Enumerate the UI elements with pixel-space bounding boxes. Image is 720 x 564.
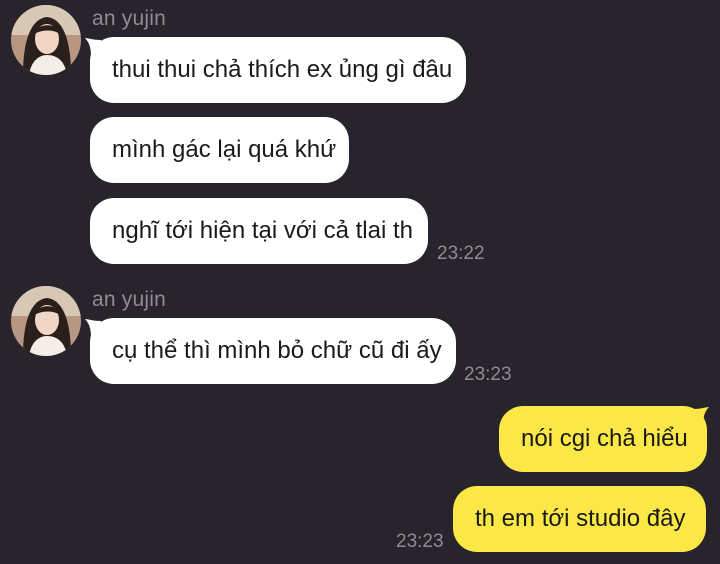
profile-photo-icon bbox=[11, 5, 81, 75]
sender-name: an yujin bbox=[92, 288, 166, 311]
incoming-message[interactable]: mình gác lại quá khứ bbox=[90, 117, 349, 183]
message-timestamp: 23:23 bbox=[396, 531, 444, 552]
sender-avatar[interactable] bbox=[11, 286, 81, 356]
message-timestamp: 23:23 bbox=[464, 364, 512, 385]
message-timestamp: 23:22 bbox=[437, 243, 485, 264]
outgoing-message[interactable]: th em tới studio đây bbox=[453, 486, 706, 552]
sender-avatar[interactable] bbox=[11, 5, 81, 75]
incoming-message[interactable]: nghĩ tới hiện tại với cả tlai th bbox=[90, 198, 428, 264]
incoming-message[interactable]: cụ thể thì mình bỏ chữ cũ đi ấy bbox=[90, 318, 456, 384]
chat-thread: an yujin thui thui chả thích ex ủng gì đ… bbox=[0, 0, 720, 564]
incoming-message[interactable]: thui thui chả thích ex ủng gì đâu bbox=[90, 37, 466, 103]
sender-name: an yujin bbox=[92, 7, 166, 30]
outgoing-message[interactable]: nói cgi chả hiểu bbox=[499, 406, 707, 472]
profile-photo-icon bbox=[11, 286, 81, 356]
